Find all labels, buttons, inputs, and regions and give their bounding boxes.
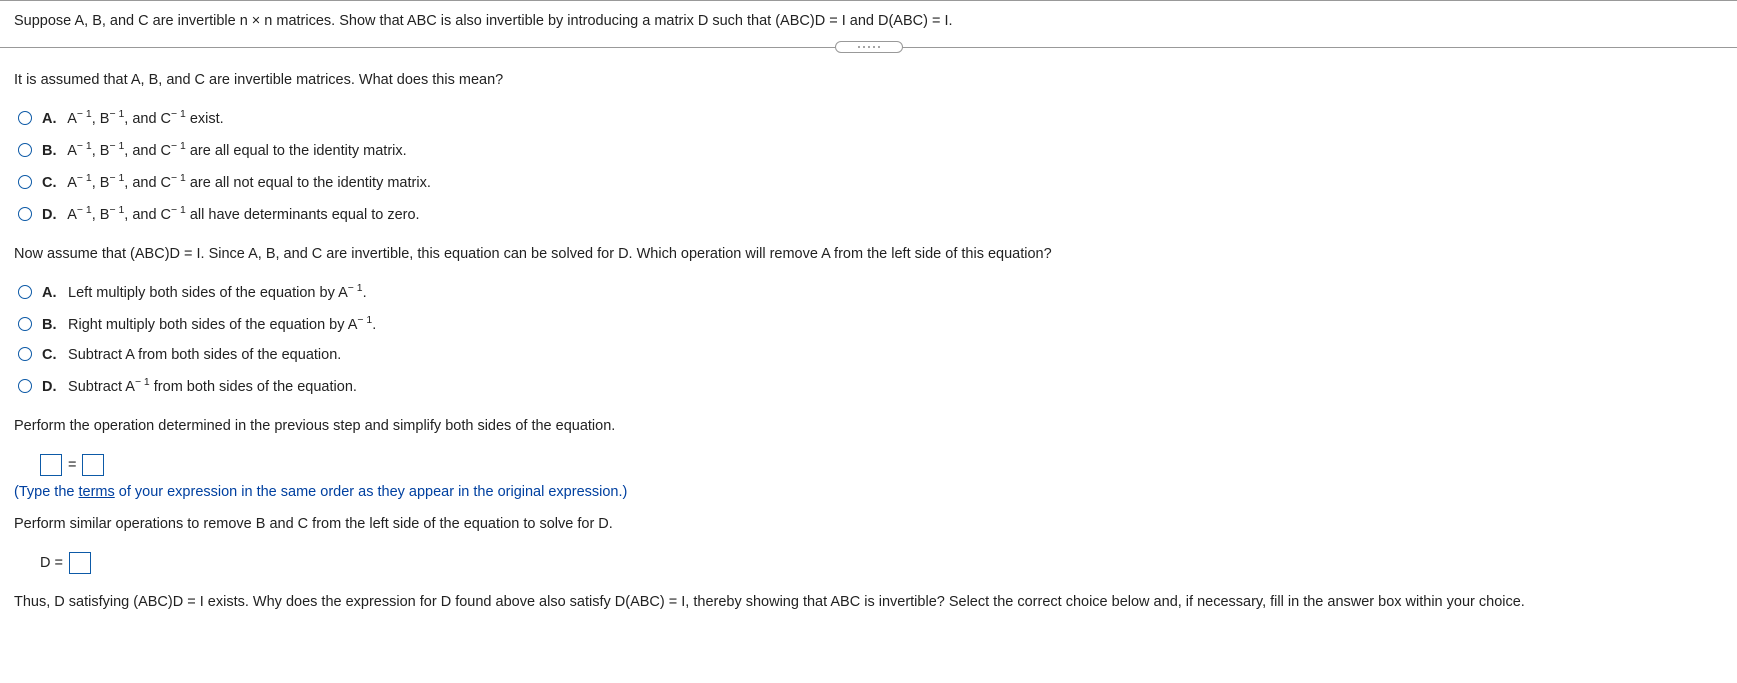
q1-option-a[interactable]: A. A− 1, B− 1, and C− 1 exist. bbox=[18, 108, 1723, 131]
q2-radio-c[interactable] bbox=[18, 347, 32, 361]
q2-prompt: Now assume that (ABC)D = I. Since A, B, … bbox=[14, 244, 1723, 266]
q2-option-d[interactable]: D. Subtract A− 1 from both sides of the … bbox=[18, 375, 1723, 398]
q2-option-b[interactable]: B. Right multiply both sides of the equa… bbox=[18, 313, 1723, 336]
q1-a-text: A− 1, B− 1, and C− 1 exist. bbox=[67, 111, 223, 127]
q1-prompt: It is assumed that A, B, and C are inver… bbox=[14, 70, 1723, 92]
q2-d-text: Subtract A− 1 from both sides of the equ… bbox=[68, 379, 357, 395]
q2-label-a: A. bbox=[42, 283, 60, 304]
step3-prompt: Perform the operation determined in the … bbox=[14, 416, 1723, 438]
q1-option-b[interactable]: B. A− 1, B− 1, and C− 1 are all equal to… bbox=[18, 139, 1723, 162]
q1-options: A. A− 1, B− 1, and C− 1 exist. B. A− 1, … bbox=[18, 108, 1723, 226]
terms-link[interactable]: terms bbox=[78, 484, 114, 500]
q1-option-c[interactable]: C. A− 1, B− 1, and C− 1 are all not equa… bbox=[18, 171, 1723, 194]
q2-c-text: Subtract A from both sides of the equati… bbox=[68, 347, 341, 363]
q2-b-text: Right multiply both sides of the equatio… bbox=[68, 317, 376, 333]
q1-c-text: A− 1, B− 1, and C− 1 are all not equal t… bbox=[67, 175, 431, 191]
q2-radio-b[interactable] bbox=[18, 317, 32, 331]
step4-prompt: Perform similar operations to remove B a… bbox=[14, 514, 1723, 536]
step4-input[interactable] bbox=[69, 552, 91, 574]
step3-eq-sign: = bbox=[68, 457, 76, 473]
q2-label-d: D. bbox=[42, 377, 60, 398]
q2-radio-d[interactable] bbox=[18, 379, 32, 393]
q1-option-d[interactable]: D. A− 1, B− 1, and C− 1 all have determi… bbox=[18, 203, 1723, 226]
q2-option-a[interactable]: A. Left multiply both sides of the equat… bbox=[18, 282, 1723, 305]
q1-label-b: B. bbox=[42, 141, 60, 162]
section-divider-handle[interactable] bbox=[835, 41, 903, 53]
q1-b-text: A− 1, B− 1, and C− 1 are all equal to th… bbox=[67, 143, 406, 159]
step3-input-right[interactable] bbox=[82, 454, 104, 476]
q2-label-b: B. bbox=[42, 315, 60, 336]
q1-label-d: D. bbox=[42, 205, 60, 226]
q2-a-text: Left multiply both sides of the equation… bbox=[68, 285, 367, 301]
final-prompt: Thus, D satisfying (ABC)D = I exists. Wh… bbox=[14, 592, 1723, 614]
q1-label-a: A. bbox=[42, 109, 60, 130]
step3-equation: = bbox=[40, 454, 1723, 476]
q1-radio-b[interactable] bbox=[18, 143, 32, 157]
problem-statement: Suppose A, B, and C are invertible n × n… bbox=[14, 11, 1723, 33]
q1-d-text: A− 1, B− 1, and C− 1 all have determinan… bbox=[67, 207, 419, 223]
step4-equation: D = bbox=[40, 552, 1723, 574]
q1-radio-c[interactable] bbox=[18, 175, 32, 189]
q2-label-c: C. bbox=[42, 345, 60, 366]
q2-radio-a[interactable] bbox=[18, 285, 32, 299]
content-area: It is assumed that A, B, and C are inver… bbox=[0, 48, 1737, 644]
q1-radio-d[interactable] bbox=[18, 207, 32, 221]
q1-label-c: C. bbox=[42, 173, 60, 194]
q1-radio-a[interactable] bbox=[18, 111, 32, 125]
step3-hint: (Type the terms of your expression in th… bbox=[14, 484, 1723, 500]
step4-lhs: D = bbox=[40, 555, 63, 571]
problem-header: Suppose A, B, and C are invertible n × n… bbox=[0, 0, 1737, 48]
q2-options: A. Left multiply both sides of the equat… bbox=[18, 282, 1723, 399]
q2-option-c[interactable]: C. Subtract A from both sides of the equ… bbox=[18, 345, 1723, 366]
step3-input-left[interactable] bbox=[40, 454, 62, 476]
